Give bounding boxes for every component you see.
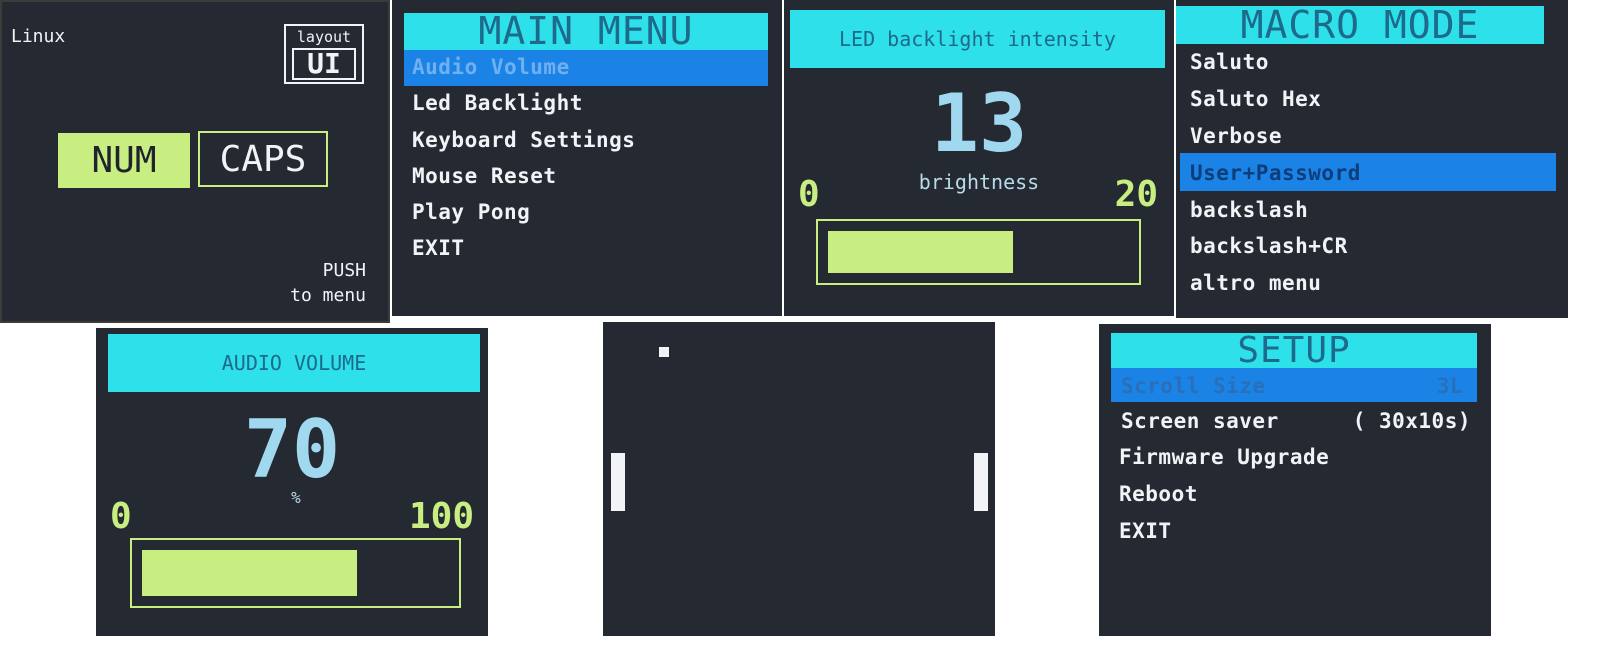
led-min-label: 0 bbox=[798, 174, 820, 215]
layout-label: layout bbox=[296, 28, 352, 46]
caps-lock-indicator: CAPS bbox=[198, 131, 328, 187]
setup-item-scroll-size[interactable]: Scroll Size bbox=[1121, 374, 1266, 398]
audio-level-fill bbox=[142, 550, 357, 596]
audio-header: AUDIO VOLUME bbox=[108, 334, 480, 392]
pong-ball bbox=[659, 347, 669, 357]
setup-item-screen-saver[interactable]: Screen saver bbox=[1121, 409, 1279, 433]
pong-screen bbox=[603, 322, 995, 636]
num-lock-label: NUM bbox=[91, 140, 157, 181]
main-menu-screen: MAIN MENU Audio Volume Led Backlight Key… bbox=[392, 0, 782, 316]
audio-value: 70 bbox=[243, 403, 341, 496]
led-backlight-screen: LED backlight intensity 13 brightness 0 … bbox=[784, 0, 1174, 316]
menu-item-led-backlight[interactable]: Led Backlight bbox=[412, 91, 583, 115]
pong-right-paddle bbox=[974, 453, 988, 511]
menu-item-exit[interactable]: EXIT bbox=[412, 236, 465, 260]
macro-item-saluto[interactable]: Saluto bbox=[1190, 50, 1269, 74]
macro-item-altro-menu[interactable]: altro menu bbox=[1190, 271, 1321, 295]
menu-item-play-pong[interactable]: Play Pong bbox=[412, 200, 530, 224]
audio-level-bar bbox=[130, 538, 461, 608]
main-menu-list: Audio Volume Led Backlight Keyboard Sett… bbox=[412, 0, 752, 316]
macro-item-verbose[interactable]: Verbose bbox=[1190, 124, 1282, 148]
led-value: 13 bbox=[930, 77, 1028, 170]
setup-header: SETUP bbox=[1111, 330, 1477, 371]
push-hint-line1: PUSH bbox=[322, 260, 366, 281]
macro-item-user-password[interactable]: User+Password bbox=[1190, 161, 1361, 185]
layout-value: UI bbox=[307, 47, 341, 80]
layout-indicator: layout UI bbox=[284, 24, 364, 84]
menu-item-keyboard-settings[interactable]: Keyboard Settings bbox=[412, 128, 635, 152]
led-max-label: 20 bbox=[1114, 174, 1158, 215]
layout-value-box: UI bbox=[292, 48, 356, 80]
home-screen: Linux layout UI NUM CAPS PUSH to menu bbox=[0, 0, 390, 323]
audio-title: AUDIO VOLUME bbox=[221, 351, 367, 375]
led-header: LED backlight intensity bbox=[790, 10, 1165, 68]
led-level-fill bbox=[828, 231, 1013, 273]
macro-item-saluto-hex[interactable]: Saluto Hex bbox=[1190, 87, 1321, 111]
setup-screen: SETUP Scroll Size 3L Screen saver ( 30x1… bbox=[1099, 324, 1491, 636]
setup-item-exit[interactable]: EXIT bbox=[1119, 519, 1172, 543]
menu-item-mouse-reset[interactable]: Mouse Reset bbox=[412, 164, 557, 188]
caps-lock-label: CAPS bbox=[219, 138, 307, 180]
led-title: LED backlight intensity bbox=[839, 27, 1116, 51]
num-lock-indicator: NUM bbox=[58, 133, 190, 188]
menu-item-audio-volume[interactable]: Audio Volume bbox=[412, 55, 570, 79]
macro-item-backslash[interactable]: backslash bbox=[1190, 198, 1308, 222]
pong-left-paddle bbox=[611, 453, 625, 511]
setup-item-scroll-size-value: 3L bbox=[1436, 374, 1463, 398]
macro-item-backslash-cr[interactable]: backslash+CR bbox=[1190, 234, 1348, 258]
audio-min-label: 0 bbox=[110, 496, 132, 537]
macro-mode-screen: MACRO MODE Saluto Saluto Hex Verbose Use… bbox=[1176, 0, 1568, 318]
setup-title: SETUP bbox=[1237, 330, 1351, 371]
macro-list: Saluto Saluto Hex Verbose User+Password … bbox=[1190, 0, 1550, 318]
setup-item-reboot[interactable]: Reboot bbox=[1119, 482, 1198, 506]
led-level-bar bbox=[816, 219, 1141, 285]
setup-item-screen-saver-value: ( 30x10s) bbox=[1352, 409, 1471, 433]
setup-item-firmware-upgrade[interactable]: Firmware Upgrade bbox=[1119, 445, 1329, 469]
audio-volume-screen: AUDIO VOLUME 70 % 0 100 bbox=[96, 328, 488, 636]
push-hint-line2: to menu bbox=[290, 285, 366, 306]
audio-max-label: 100 bbox=[408, 496, 474, 537]
os-label: Linux bbox=[11, 26, 66, 47]
